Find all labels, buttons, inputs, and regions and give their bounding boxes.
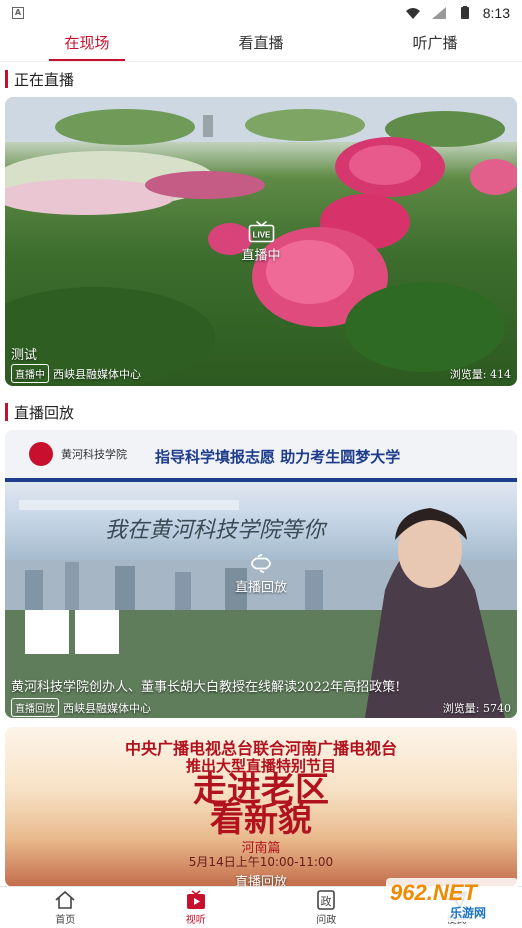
- status-bar: A 8:13: [0, 0, 522, 26]
- live-badge-label: 直播中: [241, 248, 281, 263]
- replay-badge-label: 直播回放: [234, 580, 288, 596]
- svg-text:政: 政: [321, 894, 332, 908]
- nav-video[interactable]: 视听: [131, 887, 262, 928]
- wifi-icon: [405, 8, 420, 19]
- notification-app-icon: A: [12, 7, 24, 19]
- section-title-replay: 直播回放: [14, 403, 75, 422]
- section-accent-bar: [5, 403, 8, 421]
- svg-text:LIVE: LIVE: [252, 230, 270, 239]
- section-accent-bar: [5, 70, 8, 88]
- battery-icon: [460, 6, 469, 19]
- replay-header-slogan: 指导科学填报志愿 助力考生圆梦大学: [155, 448, 401, 466]
- video-icon: [186, 889, 205, 909]
- nav-politics-label: 问政: [316, 914, 337, 926]
- tab-on-site[interactable]: 在现场: [0, 26, 174, 61]
- replay-source: 西峡县融媒体中心: [63, 701, 151, 715]
- replay-2-time: 5月14日上午10:00-11:00: [188, 855, 334, 869]
- watermark-text: 乐游网: [450, 906, 487, 920]
- nav-home[interactable]: 首页: [0, 887, 131, 928]
- politics-icon: 政: [317, 889, 336, 910]
- live-tv-icon: LIVE: [248, 220, 274, 242]
- replay-card-2[interactable]: 中央广播电视总台联合河南广播电视台 推出大型直播特别节目 走进老区 看新貌 河南…: [5, 727, 517, 887]
- live-title: 测试: [11, 348, 38, 363]
- live-card[interactable]: LIVE 直播中 测试 直播中 西峡县融媒体中心 浏览量: 414: [5, 97, 517, 386]
- replay-2-headline2: 看新貌: [210, 800, 312, 840]
- nav-politics[interactable]: 政 问政: [261, 887, 392, 928]
- nav-home-label: 首页: [55, 914, 76, 926]
- replay-status-pill: 直播回放: [11, 698, 59, 717]
- replay-title: 黄河科技学院创办人、董事长胡大白教授在线解读2022年高招政策!: [11, 680, 401, 695]
- replay-views: 浏览量: 5740: [442, 701, 511, 715]
- live-status-pill: 直播中: [11, 364, 49, 383]
- live-views: 浏览量: 414: [449, 367, 511, 381]
- section-header-replay: 直播回放: [0, 399, 522, 425]
- signal-icon: [431, 7, 446, 19]
- tab-radio[interactable]: 听广播: [348, 26, 522, 61]
- replay-meta: 直播回放 西峡县融媒体中心 浏览量: 5740: [11, 698, 511, 717]
- tab-watch-live[interactable]: 看直播: [174, 26, 348, 61]
- replay-card[interactable]: 指导科学填报志愿 助力考生圆梦大学 黄河科技学院 我在黄河科技学院等你 直播回放…: [5, 430, 517, 718]
- live-meta: 直播中 西峡县融媒体中心 浏览量: 414: [11, 364, 511, 383]
- nav-video-label: 视听: [185, 914, 206, 926]
- replay-badge: 直播回放: [235, 553, 287, 596]
- site-watermark: 962.NET 乐游网: [386, 878, 518, 922]
- replay-link-icon: [251, 553, 271, 574]
- live-badge: LIVE 直播中: [241, 220, 281, 263]
- replay-header-school: 黄河科技学院: [61, 448, 127, 461]
- clock: 8:13: [482, 5, 510, 21]
- watermark-logo: 962.NET: [390, 880, 477, 905]
- replay-banner-text: 我在黄河科技学院等你: [105, 518, 326, 543]
- top-tabs: 在现场 看直播 听广播: [0, 26, 522, 62]
- live-source: 西峡县融媒体中心: [53, 367, 141, 381]
- section-header-live: 正在直播: [0, 66, 522, 92]
- section-title-live: 正在直播: [14, 70, 75, 89]
- home-icon: [55, 890, 75, 909]
